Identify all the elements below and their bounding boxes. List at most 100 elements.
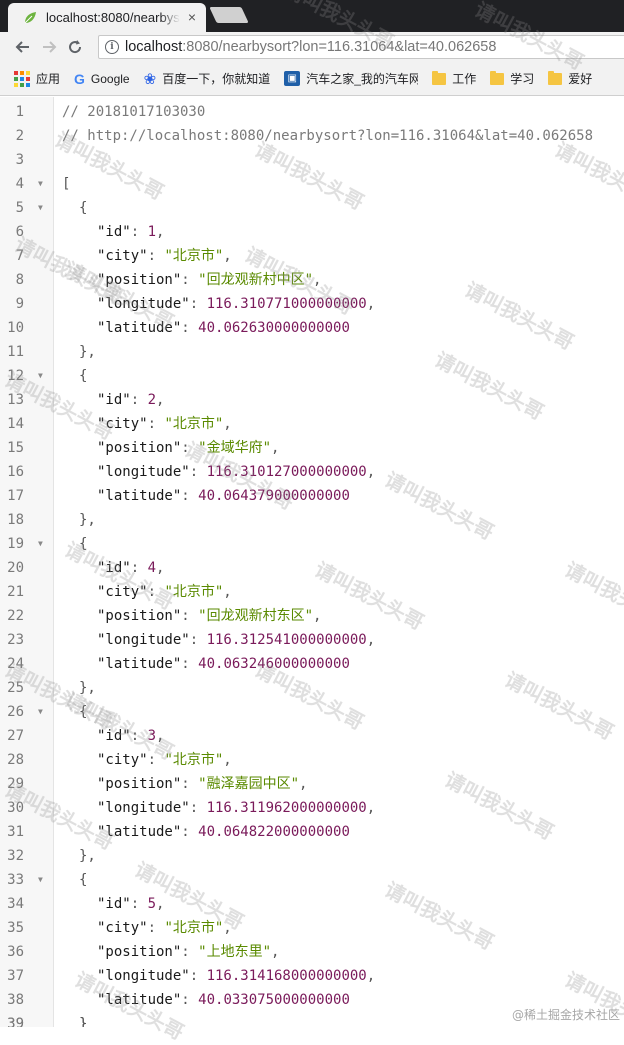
- fold-toggle-icon[interactable]: ▼: [38, 364, 43, 388]
- reload-icon[interactable]: [62, 34, 88, 60]
- json-punctuation: ,: [156, 728, 165, 744]
- code-text: "position": "回龙观新村东区",: [97, 604, 321, 628]
- json-punctuation: :: [147, 584, 165, 600]
- autohome-icon: ▣: [284, 71, 301, 86]
- code-text: [: [62, 172, 70, 196]
- bookmark-label: 汽车之家_我的汽车网: [306, 72, 419, 86]
- json-string-value: "北京市": [164, 752, 224, 768]
- bookmark-google[interactable]: G Google: [74, 71, 130, 87]
- json-string-value: "回龙观新村中区": [198, 272, 314, 288]
- fold-toggle-icon[interactable]: ▼: [38, 532, 43, 556]
- line-number: 28: [7, 752, 24, 768]
- json-punctuation: :: [147, 416, 165, 432]
- json-number-value: 4: [147, 560, 157, 576]
- json-punctuation: },: [79, 512, 96, 528]
- browser-tab[interactable]: localhost:8080/nearbysort?lon=116.31064&…: [8, 3, 206, 32]
- fold-toggle-icon[interactable]: ▼: [38, 868, 43, 892]
- json-key: "position": [97, 440, 182, 456]
- json-punctuation: :: [181, 992, 199, 1008]
- json-key: "city": [97, 584, 148, 600]
- json-punctuation: :: [130, 560, 148, 576]
- line-number: 33: [7, 872, 24, 888]
- json-viewer[interactable]: 1 // 20181017103030 2 // http://localhost:8…: [0, 97, 624, 1027]
- fold-toggle-icon[interactable]: ▼: [38, 700, 43, 724]
- fold-toggle-icon[interactable]: ▼: [38, 196, 43, 220]
- json-string-value: "北京市": [164, 920, 224, 936]
- code-line: 7 "city": "北京市",: [0, 244, 624, 268]
- line-number: 18: [7, 512, 24, 528]
- json-number-value: 116.310771000000000: [206, 296, 367, 312]
- code-text: "id": 3,: [97, 724, 164, 748]
- bookmark-folder-hobby[interactable]: 爱好: [548, 70, 592, 87]
- json-number-value: 40.062630000000000: [198, 320, 350, 336]
- json-punctuation: ,: [223, 248, 232, 264]
- code-line: 19 ▼ {: [0, 532, 624, 556]
- line-number: 3: [15, 152, 24, 168]
- fold-toggle-icon[interactable]: ▼: [38, 172, 43, 196]
- code-line: 21 "city": "北京市",: [0, 580, 624, 604]
- json-punctuation: :: [181, 656, 199, 672]
- baidu-paw-icon: ❀: [143, 70, 157, 88]
- json-string-value: "回龙观新村东区": [198, 608, 314, 624]
- json-comment: // http://localhost:8080/nearbysort?lon=…: [62, 128, 594, 144]
- code-text: "city": "北京市",: [97, 748, 232, 772]
- json-key: "city": [97, 752, 148, 768]
- json-punctuation: ,: [156, 224, 165, 240]
- code-line: 27 "id": 3,: [0, 724, 624, 748]
- json-number-value: 40.064822000000000: [198, 824, 350, 840]
- code-text: "city": "北京市",: [97, 916, 232, 940]
- code-line: 3: [0, 148, 624, 172]
- code-line: 10 "latitude": 40.062630000000000: [0, 316, 624, 340]
- back-arrow-icon[interactable]: [10, 34, 36, 60]
- line-number: 16: [7, 464, 24, 480]
- code-text: "position": "回龙观新村中区",: [97, 268, 321, 292]
- json-punctuation: ,: [156, 560, 165, 576]
- json-punctuation: ,: [366, 464, 376, 480]
- code-text: "longitude": 116.310771000000000,: [97, 292, 375, 316]
- code-text: "latitude": 40.033075000000000: [97, 988, 350, 1012]
- code-line: 34 "id": 5,: [0, 892, 624, 916]
- json-punctuation: ,: [271, 440, 280, 456]
- bookmark-baidu[interactable]: ❀ 百度一下，你就知道: [144, 70, 271, 88]
- bookmark-apps[interactable]: 应用: [14, 70, 60, 87]
- forward-arrow-icon[interactable]: [36, 34, 62, 60]
- bookmark-autohome[interactable]: ▣ 汽车之家_我的汽车网: [284, 70, 418, 87]
- bookmark-folder-study[interactable]: 学习: [490, 70, 534, 87]
- json-string-value: "北京市": [164, 584, 224, 600]
- line-number: 23: [7, 632, 24, 648]
- json-key: "position": [97, 608, 182, 624]
- line-number: 27: [7, 728, 24, 744]
- json-punctuation: :: [147, 752, 165, 768]
- line-number: 6: [15, 224, 24, 240]
- code-text: "longitude": 116.312541000000000,: [97, 628, 375, 652]
- bookmark-folder-work[interactable]: 工作: [432, 70, 476, 87]
- json-punctuation: ,: [271, 944, 280, 960]
- json-key: "id": [97, 224, 131, 240]
- line-number: 20: [7, 560, 24, 576]
- line-number: 19: [7, 536, 24, 552]
- address-bar[interactable]: i localhost:8080/nearbysort?lon=116.3106…: [98, 35, 624, 59]
- google-icon: G: [74, 70, 85, 87]
- json-punctuation: :: [181, 824, 199, 840]
- json-punctuation: :: [181, 944, 199, 960]
- line-number: 24: [7, 656, 24, 672]
- json-key: "longitude": [97, 296, 190, 312]
- code-text: "city": "北京市",: [97, 412, 232, 436]
- json-punctuation: ,: [366, 296, 376, 312]
- json-punctuation: :: [189, 632, 207, 648]
- json-number-value: 116.310127000000000: [206, 464, 367, 480]
- json-punctuation: :: [147, 920, 165, 936]
- tab-title: localhost:8080/nearbysort?lon=116.31064&…: [46, 10, 180, 25]
- code-text: },: [79, 676, 96, 700]
- json-string-value: "上地东里": [198, 944, 272, 960]
- code-text: "position": "融泽嘉园中区",: [97, 772, 307, 796]
- info-icon[interactable]: i: [105, 40, 119, 54]
- new-tab-button[interactable]: [209, 7, 249, 23]
- line-number: 2: [15, 128, 24, 144]
- json-number-value: 1: [147, 224, 157, 240]
- line-number: 17: [7, 488, 24, 504]
- json-punctuation: {: [79, 536, 88, 552]
- code-text: "latitude": 40.063246000000000: [97, 652, 350, 676]
- close-tab-icon[interactable]: ×: [188, 10, 196, 24]
- json-punctuation: {: [79, 368, 88, 384]
